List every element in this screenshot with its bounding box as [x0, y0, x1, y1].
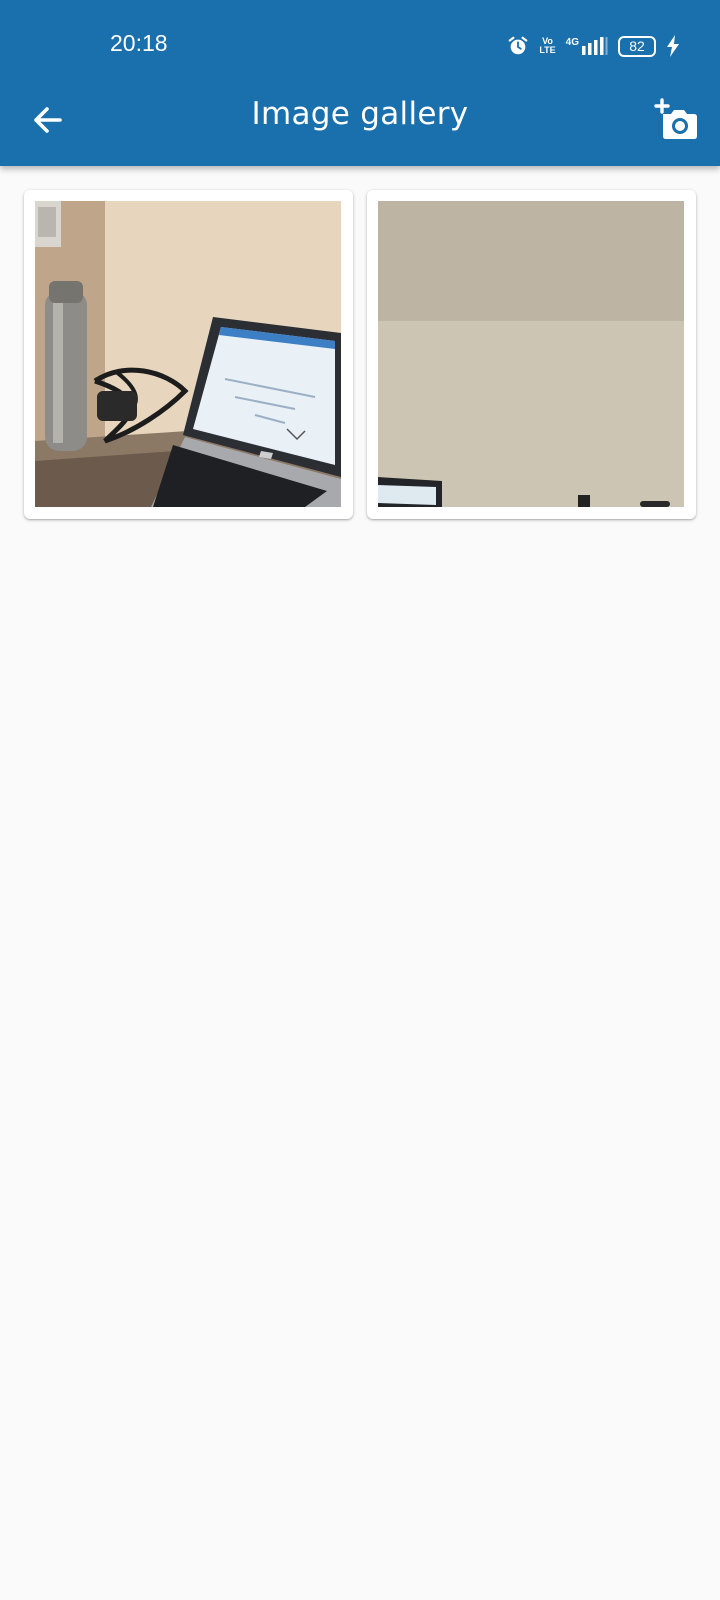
- volte-indicator: Vo LTE: [539, 37, 555, 55]
- charging-icon: [667, 35, 679, 57]
- status-bar: 20:18 Vo LTE 4G 82: [0, 0, 720, 90]
- page-title: Image gallery: [251, 96, 469, 132]
- status-icons: Vo LTE 4G 82: [507, 34, 680, 58]
- photo-thumbnail[interactable]: [35, 201, 341, 507]
- photo-thumbnail[interactable]: [378, 201, 684, 507]
- toolbar: Image gallery: [0, 90, 720, 166]
- battery-indicator: 82: [618, 35, 656, 57]
- app-bar: 20:18 Vo LTE 4G 82 Image gallery: [0, 0, 720, 166]
- desk-photo-image: [35, 201, 341, 507]
- wall-photo-image: [378, 201, 684, 507]
- gallery-card[interactable]: [367, 190, 696, 519]
- gallery-card[interactable]: [24, 190, 353, 519]
- network-indicator: 4G: [566, 37, 608, 55]
- alarm-icon: [508, 36, 528, 55]
- status-time: 20:18: [110, 30, 168, 56]
- network-type-label: 4G: [565, 37, 579, 48]
- image-grid: [24, 190, 696, 519]
- add-a-photo-icon: [654, 98, 697, 139]
- add-photo-button[interactable]: [654, 98, 700, 144]
- signal-icon: [582, 37, 608, 55]
- volte-bottom-label: LTE: [539, 45, 556, 55]
